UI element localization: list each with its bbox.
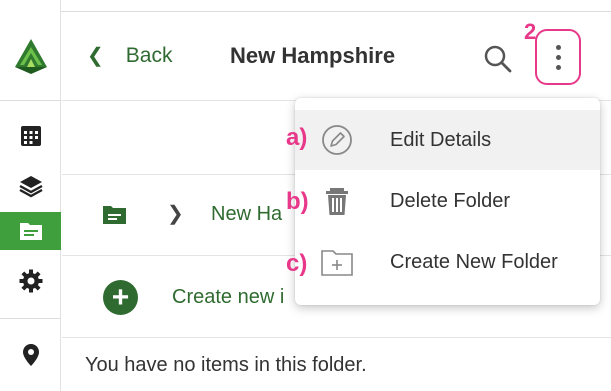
trash-icon [326,188,348,215]
annotation-a: a) [286,124,308,151]
chevron-left-icon: ❮ [87,45,104,67]
sidebar-item-location[interactable] [0,336,61,374]
kebab-dot [555,64,561,70]
app-logo-icon [15,39,47,74]
page-title: New Hampshire [230,43,396,68]
panel-header: ❮ Back New Hampshire 2 [62,13,611,101]
menu-item-label: Delete Folder [390,189,511,212]
back-label: Back [125,43,173,67]
gear-icon [19,269,42,293]
empty-state: You have no items in this folder. [62,338,611,391]
more-options-button[interactable] [535,29,581,85]
breadcrumb-folder[interactable]: New Ha [211,203,282,226]
sidebar-divider [0,100,61,101]
sidebar-item-layers[interactable] [0,167,61,205]
search-icon[interactable] [482,43,514,75]
top-strip [0,0,611,12]
menu-item-edit-details[interactable]: Edit Details [295,110,600,170]
kebab-dot [555,44,561,50]
add-circle-icon: + [103,280,138,315]
menu-item-label: Edit Details [390,128,492,151]
annotation-b: b) [286,188,309,215]
folder-icon [19,223,42,240]
pencil-icon [322,125,352,155]
annotation-c: c) [286,250,308,277]
sidebar-item-folders[interactable] [0,212,61,250]
layers-icon [18,176,43,198]
sidebar-divider [0,318,61,319]
sidebar [0,0,61,391]
kebab-dot [555,54,561,60]
folder-plus-icon [321,250,353,276]
back-button[interactable]: ❮ Back [87,43,172,68]
menu-item-label: Create New Folder [390,250,558,273]
chevron-right-icon: ❯ [167,203,184,225]
sidebar-item-calendar[interactable] [0,117,61,155]
location-pin-icon [22,344,39,366]
sidebar-item-settings[interactable] [0,262,61,300]
menu-item-create-new-folder[interactable]: Create New Folder [295,232,600,292]
options-menu: Edit Details Delete Folder Create New Fo… [295,98,600,305]
create-new-label: Create new i [172,286,285,308]
calendar-grid-icon [20,126,41,146]
menu-item-delete-folder[interactable]: Delete Folder [295,171,600,231]
empty-message: You have no items in this folder. [85,354,367,376]
folder-icon [103,206,126,224]
